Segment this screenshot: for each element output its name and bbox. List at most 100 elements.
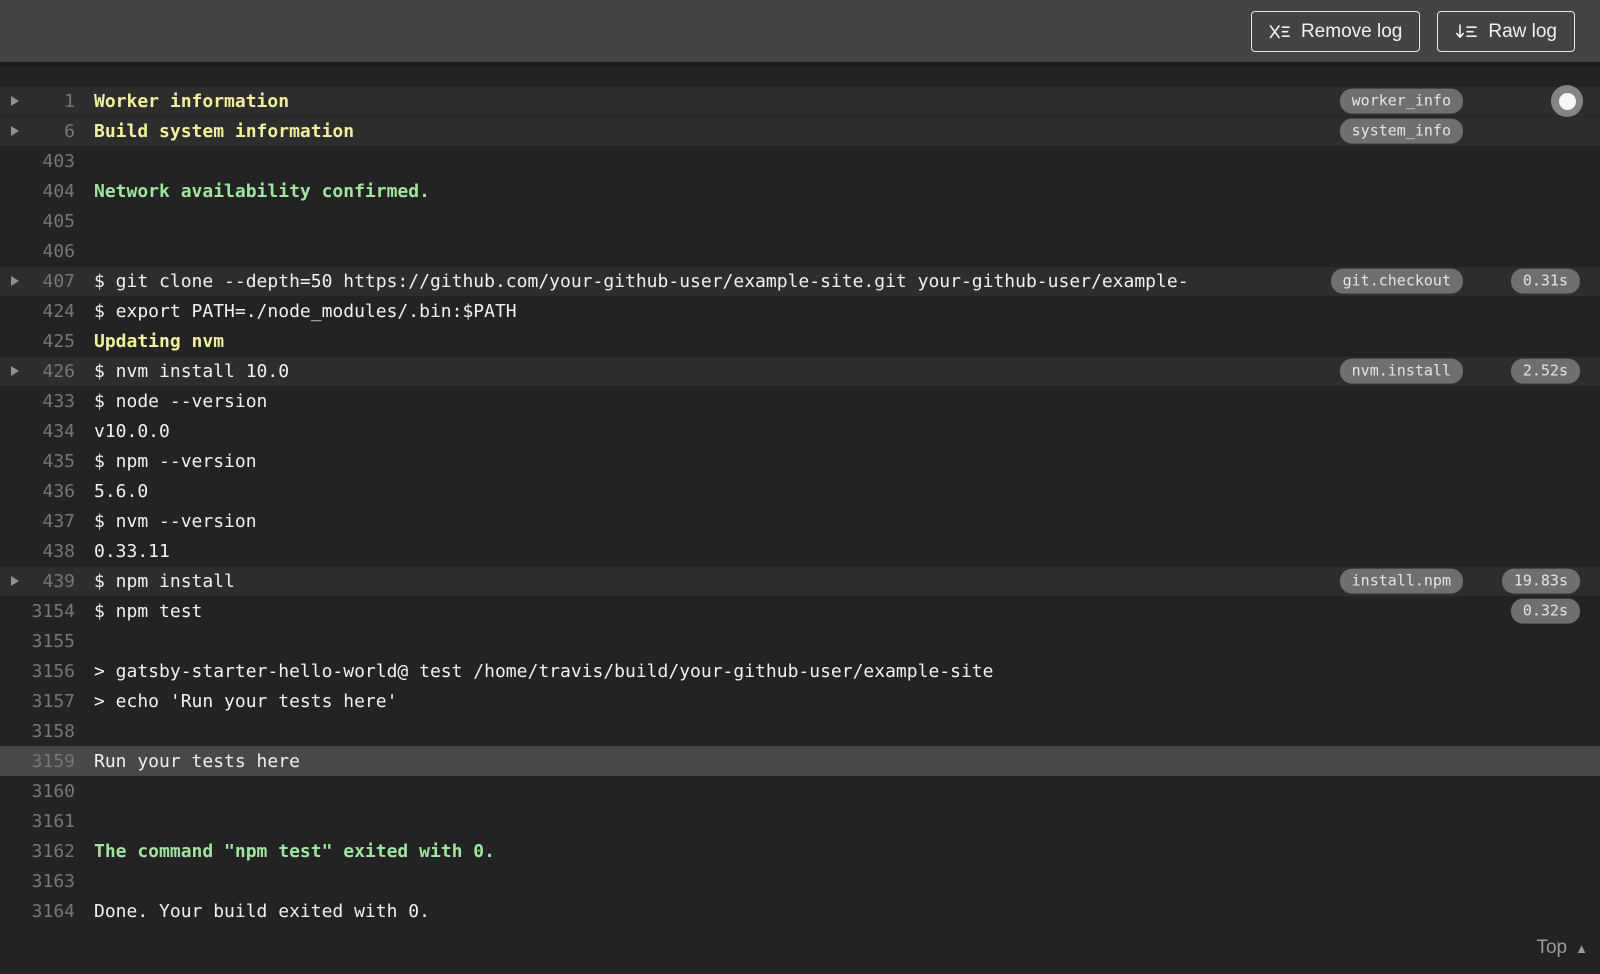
fold-arrow-box: [0, 336, 22, 346]
job-tag-badge: system_info: [1339, 118, 1463, 144]
line-number[interactable]: 3164: [22, 901, 75, 922]
line-text: $ nvm install 10.0: [94, 360, 290, 382]
line-number[interactable]: 3158: [22, 721, 75, 742]
line-text: $ export PATH=./node_modules/.bin:$PATH: [94, 300, 517, 322]
line-text: $ npm test: [94, 600, 203, 622]
line-number[interactable]: 3162: [22, 841, 75, 862]
line-number[interactable]: 3159: [22, 751, 75, 772]
line-number[interactable]: 404: [22, 181, 75, 202]
duration-badge: 0.31s: [1510, 268, 1580, 294]
scroll-indicator[interactable]: [1551, 85, 1583, 117]
line-text: v10.0.0: [94, 420, 170, 442]
line-number[interactable]: 3156: [22, 661, 75, 682]
fold-arrow-box: [0, 906, 22, 916]
line-text: Done. Your build exited with 0.: [94, 900, 430, 922]
line-number[interactable]: 437: [22, 511, 75, 532]
fold-arrow-box: [0, 396, 22, 406]
log-line: 3162 The command "npm test" exited with …: [0, 836, 1600, 866]
line-number[interactable]: 439: [22, 571, 75, 592]
job-tag-badge: install.npm: [1339, 568, 1463, 594]
line-number[interactable]: 438: [22, 541, 75, 562]
fold-arrow-box: [0, 186, 22, 196]
line-number[interactable]: 6: [22, 121, 75, 142]
log-line: 3164 Done. Your build exited with 0.: [0, 896, 1600, 926]
log-footer: Top ▲: [0, 926, 1600, 970]
raw-log-label: Raw log: [1488, 20, 1557, 42]
line-text: Network availability confirmed.: [94, 180, 430, 202]
line-number[interactable]: 436: [22, 481, 75, 502]
fold-arrow-box: [0, 576, 22, 586]
fold-arrow-box: [0, 636, 22, 646]
line-number[interactable]: 407: [22, 271, 75, 292]
fold-arrow-box: [0, 606, 22, 616]
line-number[interactable]: 1: [22, 91, 75, 112]
line-text: The command "npm test" exited with 0.: [94, 840, 495, 862]
fold-arrow-box: [0, 96, 22, 106]
fold-arrow-icon[interactable]: [11, 366, 19, 376]
log-line: 3160: [0, 776, 1600, 806]
log-line: 438 0.33.11: [0, 536, 1600, 566]
fold-arrow-box: [0, 846, 22, 856]
line-number[interactable]: 405: [22, 211, 75, 232]
line-text: $ git clone --depth=50 https://github.co…: [94, 270, 1189, 292]
raw-log-button[interactable]: Raw log: [1437, 10, 1575, 52]
line-text: > echo 'Run your tests here': [94, 690, 398, 712]
fold-arrow-box: [0, 156, 22, 166]
line-number[interactable]: 406: [22, 241, 75, 262]
log-line: 3155: [0, 626, 1600, 656]
log-lines: 1 Worker information worker_info 6 Build…: [0, 86, 1600, 926]
log-line: 426 $ nvm install 10.0 nvm.install 2.52s: [0, 356, 1600, 386]
fold-arrow-icon[interactable]: [11, 96, 19, 106]
log-line: 437 $ nvm --version: [0, 506, 1600, 536]
line-number[interactable]: 3161: [22, 811, 75, 832]
line-number[interactable]: 3163: [22, 871, 75, 892]
fold-arrow-icon[interactable]: [11, 126, 19, 136]
remove-log-button[interactable]: Remove log: [1250, 10, 1421, 52]
fold-arrow-icon[interactable]: [11, 276, 19, 286]
line-number[interactable]: 3155: [22, 631, 75, 652]
log-line: 436 5.6.0: [0, 476, 1600, 506]
line-text: $ node --version: [94, 390, 268, 412]
line-number[interactable]: 3157: [22, 691, 75, 712]
duration-badge: 2.52s: [1510, 358, 1580, 384]
line-text: $ nvm --version: [94, 510, 257, 532]
fold-arrow-box: [0, 426, 22, 436]
log-line: 6 Build system information system_info: [0, 116, 1600, 146]
log-line: 3154 $ npm test 0.32s: [0, 596, 1600, 626]
log-line: 404 Network availability confirmed.: [0, 176, 1600, 206]
line-number[interactable]: 403: [22, 151, 75, 172]
raw-log-icon: [1455, 23, 1478, 40]
log-line: 407 $ git clone --depth=50 https://githu…: [0, 266, 1600, 296]
fold-arrow-icon[interactable]: [11, 576, 19, 586]
fold-arrow-box: [0, 816, 22, 826]
line-number[interactable]: 3154: [22, 601, 75, 622]
log-line: 3158: [0, 716, 1600, 746]
line-number[interactable]: 435: [22, 451, 75, 472]
duration-badge: 0.32s: [1510, 598, 1580, 624]
log-line: 1 Worker information worker_info: [0, 86, 1600, 116]
line-text: $ npm install: [94, 570, 235, 592]
log-line: 3163: [0, 866, 1600, 896]
log-line: 406: [0, 236, 1600, 266]
log-line: 3157 > echo 'Run your tests here': [0, 686, 1600, 716]
log-line: 434 v10.0.0: [0, 416, 1600, 446]
log-line: 435 $ npm --version: [0, 446, 1600, 476]
log-line: 3159 Run your tests here: [0, 746, 1600, 776]
fold-arrow-box: [0, 216, 22, 226]
top-link[interactable]: Top ▲: [1536, 937, 1588, 959]
line-text: Build system information: [94, 120, 355, 142]
fold-arrow-box: [0, 786, 22, 796]
line-text: $ npm --version: [94, 450, 257, 472]
line-number[interactable]: 433: [22, 391, 75, 412]
fold-arrow-box: [0, 696, 22, 706]
log-line: 425 Updating nvm: [0, 326, 1600, 356]
line-number[interactable]: 434: [22, 421, 75, 442]
line-number[interactable]: 425: [22, 331, 75, 352]
fold-arrow-box: [0, 276, 22, 286]
line-number[interactable]: 426: [22, 361, 75, 382]
top-arrow-icon: ▲: [1575, 940, 1588, 956]
line-number[interactable]: 3160: [22, 781, 75, 802]
line-number[interactable]: 424: [22, 301, 75, 322]
job-tag-badge: git.checkout: [1330, 268, 1463, 294]
top-link-label: Top: [1536, 937, 1568, 958]
